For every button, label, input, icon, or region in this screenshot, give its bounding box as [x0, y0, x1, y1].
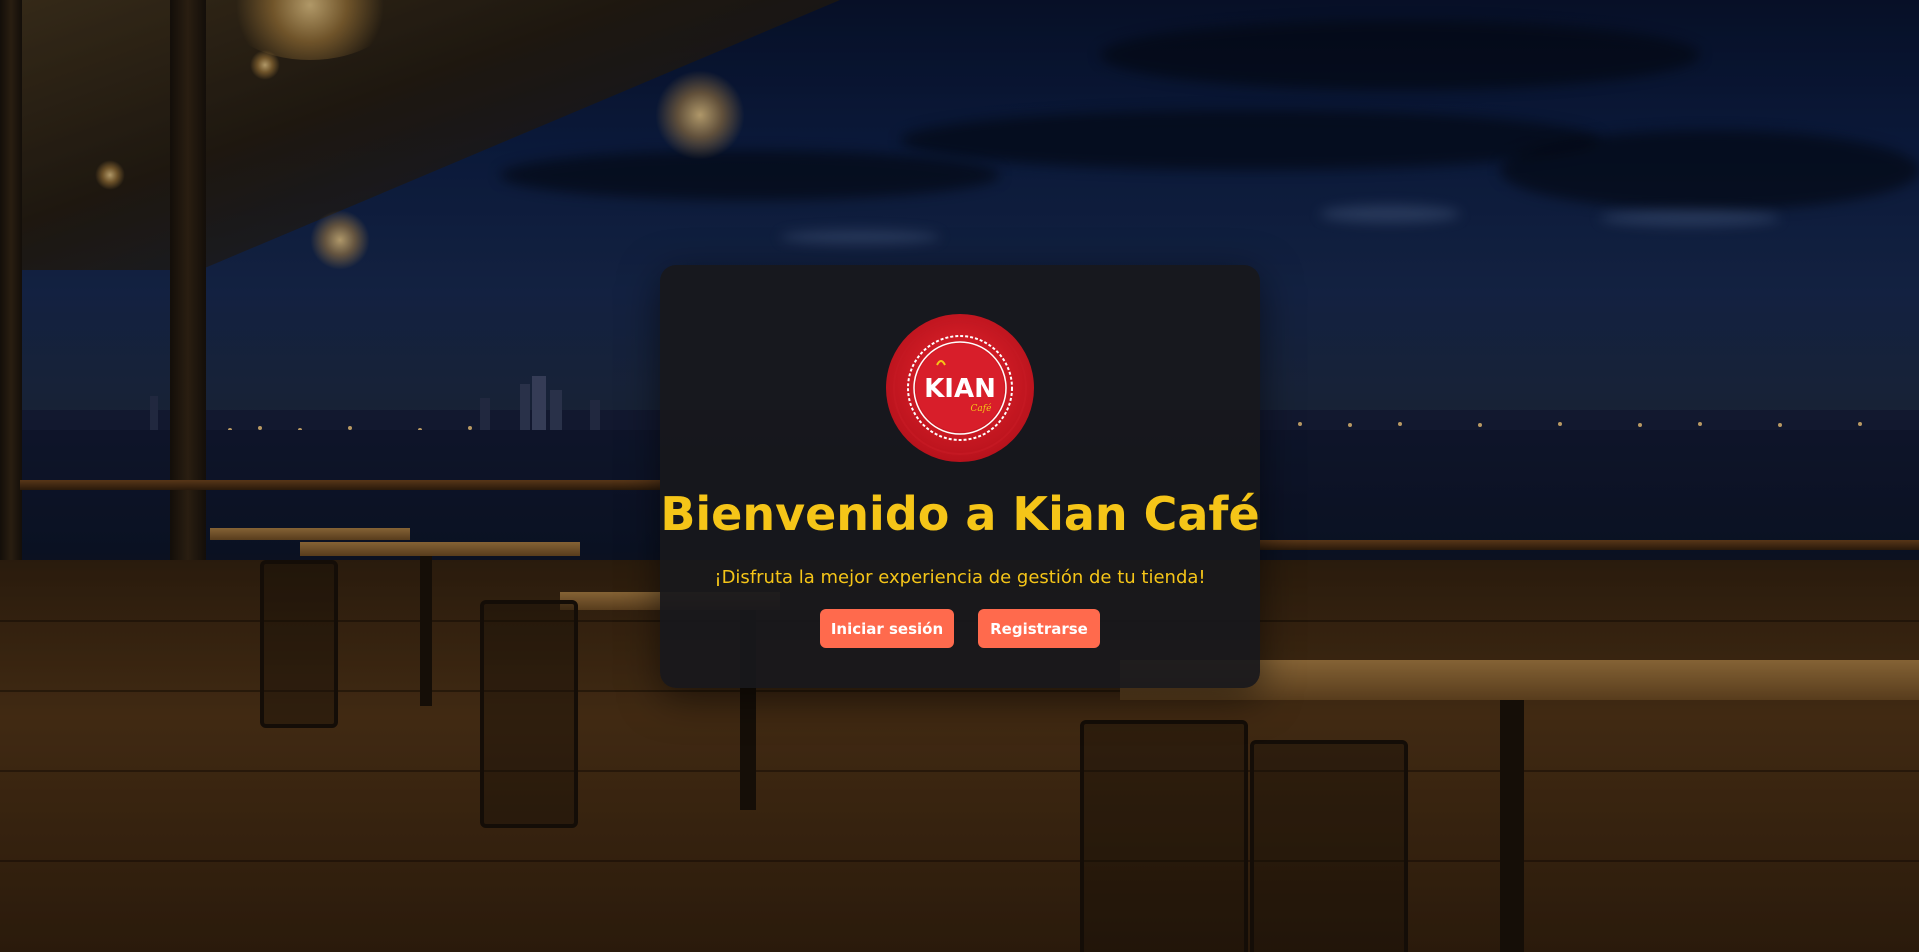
register-button[interactable]: Registrarse	[978, 609, 1100, 648]
kian-cafe-logo: KIAN Café	[886, 314, 1034, 462]
background-scene: KIAN Café Bienvenido a Kian Café ¡Disfru…	[0, 0, 1919, 952]
welcome-title: Bienvenido a Kian Café	[660, 487, 1260, 541]
logo-sub-text: Café	[971, 403, 993, 414]
welcome-subtitle: ¡Disfruta la mejor experiencia de gestió…	[714, 567, 1206, 588]
welcome-card: KIAN Café Bienvenido a Kian Café ¡Disfru…	[660, 265, 1260, 688]
logo-main-text: KIAN	[924, 374, 996, 404]
login-button[interactable]: Iniciar sesión	[820, 609, 954, 648]
